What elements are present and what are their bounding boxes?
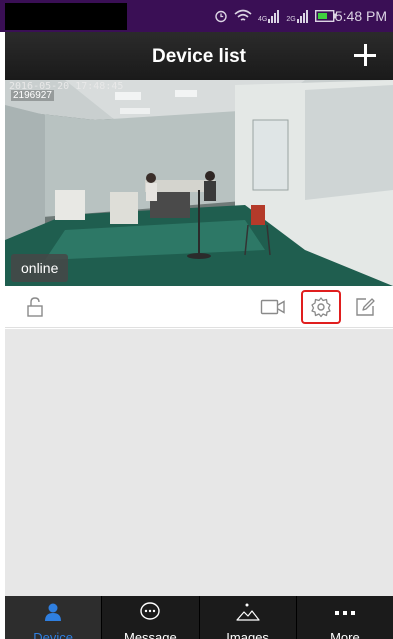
person-icon (43, 602, 63, 622)
nav-item-images[interactable]: Images (198, 596, 296, 639)
image-icon (236, 602, 260, 622)
battery-icon (314, 10, 337, 22)
signal-4g-icon: 4G (258, 9, 280, 23)
device-list-empty-area (5, 329, 393, 596)
status-bar-left (5, 3, 127, 30)
nav-label-message: Message (124, 630, 177, 639)
bottom-nav: Device Message Images More (5, 596, 393, 639)
video-button[interactable] (259, 294, 287, 320)
signal-2g-icon: 2G (286, 9, 308, 23)
nav-label-device: Device (33, 630, 73, 639)
device-id: 2196927 (11, 90, 54, 101)
alarm-icon (214, 9, 228, 23)
nav-item-device[interactable]: Device (5, 596, 102, 639)
status-icons: 4G 2G (214, 0, 337, 32)
chat-icon (139, 602, 161, 622)
more-icon (333, 602, 357, 622)
device-action-row (5, 286, 393, 328)
nav-item-message[interactable]: Message (101, 596, 198, 639)
nav-item-more[interactable]: More (295, 596, 393, 639)
edit-icon (356, 298, 375, 316)
nav-label-images: Images (226, 630, 269, 639)
status-badge: online (11, 254, 69, 282)
edit-button[interactable] (351, 294, 379, 320)
status-time: 5:48 PM (334, 8, 387, 24)
gear-icon (311, 297, 331, 318)
video-icon (260, 299, 285, 315)
signal-2g-label: 2G (286, 15, 296, 23)
add-device-button[interactable] (351, 41, 379, 69)
app-bar: Device list (5, 32, 393, 80)
page-title: Device list (152, 46, 246, 67)
signal-4g-label: 4G (258, 15, 268, 23)
lock-icon (27, 297, 43, 317)
status-bar: 4G 2G 5:48 PM (0, 0, 393, 32)
wifi-icon (234, 9, 252, 23)
camera-preview[interactable]: 2016-05-20 17:48:45 2196927 online (5, 80, 393, 286)
settings-button[interactable] (301, 290, 341, 324)
lock-button[interactable] (21, 294, 49, 320)
nav-label-more: More (330, 630, 360, 639)
